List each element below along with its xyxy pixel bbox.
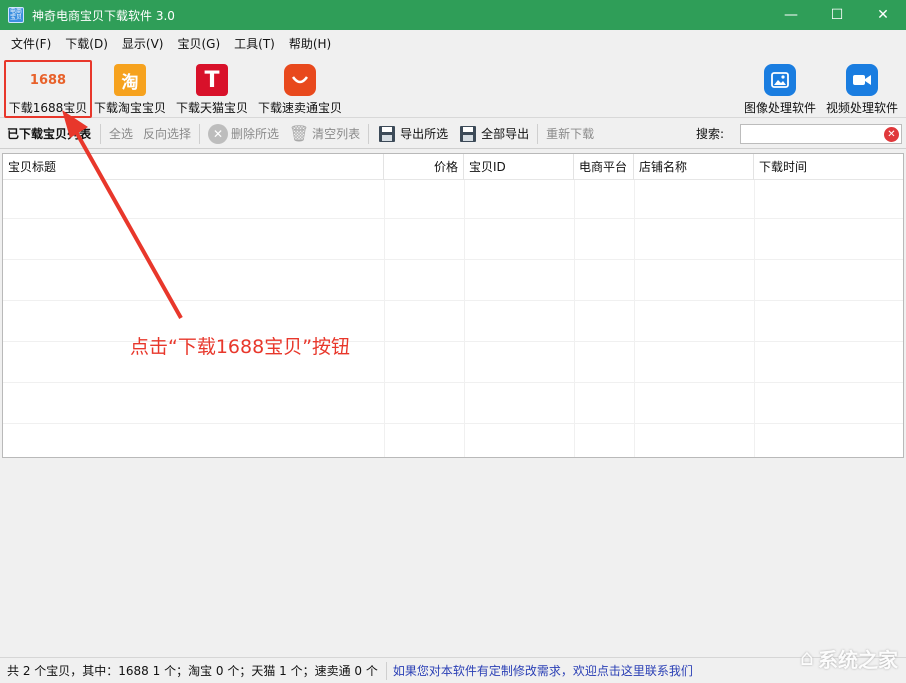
window-controls: — ☐ ✕ [768,0,906,30]
col-id[interactable]: 宝贝ID [464,154,574,180]
col-platform[interactable]: 电商平台 [574,154,634,180]
minimize-button[interactable]: — [768,0,814,30]
clear-list-label: 清空列表 [312,127,361,141]
menu-file[interactable]: 文件(F) [4,30,58,58]
image-tool-button[interactable]: 图像处理软件 [744,60,816,116]
download-tmall-button[interactable]: T 下载天猫宝贝 [176,60,248,116]
list-toolbar: 已下载宝贝列表 全选 反向选择 ✕ 删除所选 🗑 清空列表 导出所选 全部导出 … [0,119,906,149]
status-summary: 共 2 个宝贝，其中：1688 1 个；淘宝 0 个；天猫 1 个；速卖通 0 … [7,664,378,678]
image-tool-label: 图像处理软件 [744,101,817,115]
divider [537,123,539,144]
status-bar: 共 2 个宝贝，其中：1688 1 个；淘宝 0 个；天猫 1 个；速卖通 0 … [0,657,906,683]
grid-line [634,180,635,457]
main-toolbar: 1688 下载1688宝贝 淘 下载淘宝宝贝 T 下载天猫宝贝 下载速卖通宝贝 … [0,58,906,118]
grid-line [3,382,903,383]
grid-line [3,423,903,424]
tmall-icon: T [196,64,228,96]
clear-search-icon[interactable]: ✕ [884,127,899,142]
watermark: ⌂ 系统之家 [800,638,898,678]
grid-line [384,180,385,457]
title-bar: 电商 宝贝 神奇电商宝贝下载软件 3.0 — ☐ ✕ [0,0,906,30]
menu-view[interactable]: 显示(V) [115,30,171,58]
download-taobao-label: 下载淘宝宝贝 [94,101,167,115]
menu-tools[interactable]: 工具(T) [227,30,282,58]
close-icon: ✕ [877,7,889,23]
col-title[interactable]: 宝贝标题 [3,154,384,180]
menu-download[interactable]: 下载(D) [58,30,115,58]
clear-list-button[interactable]: 🗑 清空列表 [284,119,365,149]
grid-line [3,218,903,219]
export-selected-button[interactable]: 导出所选 [372,119,453,149]
delete-selected-button[interactable]: ✕ 删除所选 [203,119,284,149]
save-icon [377,124,397,144]
trash-icon: 🗑 [288,124,310,143]
app-icon: 电商 宝贝 [8,7,24,23]
download-aliexpress-button[interactable]: 下载速卖通宝贝 [258,60,342,116]
delete-selected-label: 删除所选 [231,127,280,141]
grid-line [3,300,903,301]
export-selected-label: 导出所选 [400,127,449,141]
select-all-button[interactable]: 全选 [104,119,138,149]
redownload-button[interactable]: 重新下载 [541,119,599,149]
col-price[interactable]: 价格 [384,154,464,180]
window-title: 神奇电商宝贝下载软件 3.0 [32,8,175,23]
search-input[interactable]: ✕ [740,124,902,144]
maximize-button[interactable]: ☐ [814,0,860,30]
maximize-icon: ☐ [830,7,844,23]
download-taobao-button[interactable]: 淘 下载淘宝宝贝 [94,60,166,116]
watermark-text: 系统之家 [818,647,898,672]
watermark-logo-icon: ⌂ [800,645,814,671]
video-camera-icon [846,64,878,96]
video-tool-label: 视频处理软件 [826,101,899,115]
grid-line [464,180,465,457]
search-label: 搜索: [696,127,725,141]
image-icon [764,64,796,96]
divider [100,123,102,144]
taobao-icon: 淘 [114,64,146,96]
invert-select-button[interactable]: 反向选择 [138,119,196,149]
delete-icon: ✕ [208,123,229,144]
save-all-icon [458,124,478,144]
close-button[interactable]: ✕ [860,0,906,30]
col-time[interactable]: 下载时间 [754,154,903,180]
grid-line [574,180,575,457]
download-aliexpress-label: 下载速卖通宝贝 [258,101,343,115]
aliexpress-icon [284,64,316,96]
divider [368,123,370,144]
list-title: 已下载宝贝列表 [7,127,92,141]
annotation-text: 点击“下载1688宝贝”按钮 [130,336,351,358]
divider [385,661,387,680]
minimize-icon: — [784,7,798,23]
download-tmall-label: 下载天猫宝贝 [176,101,249,115]
video-tool-button[interactable]: 视频处理软件 [826,60,898,116]
menu-goods[interactable]: 宝贝(G) [170,30,227,58]
contact-link[interactable]: 如果您对本软件有定制修改需求，欢迎点击这里联系我们 [393,662,693,679]
menu-help[interactable]: 帮助(H) [282,30,338,58]
export-all-button[interactable]: 全部导出 [453,119,534,149]
divider [199,123,201,144]
highlight-box [4,60,92,118]
goods-table: 宝贝标题 价格 宝贝ID 电商平台 店铺名称 下载时间 [2,153,904,458]
grid-line [3,259,903,260]
table-header: 宝贝标题 价格 宝贝ID 电商平台 店铺名称 下载时间 [3,154,903,180]
export-all-label: 全部导出 [481,127,530,141]
menu-bar: 文件(F) 下载(D) 显示(V) 宝贝(G) 工具(T) 帮助(H) [0,30,906,58]
grid-line [754,180,755,457]
col-shop[interactable]: 店铺名称 [634,154,754,180]
